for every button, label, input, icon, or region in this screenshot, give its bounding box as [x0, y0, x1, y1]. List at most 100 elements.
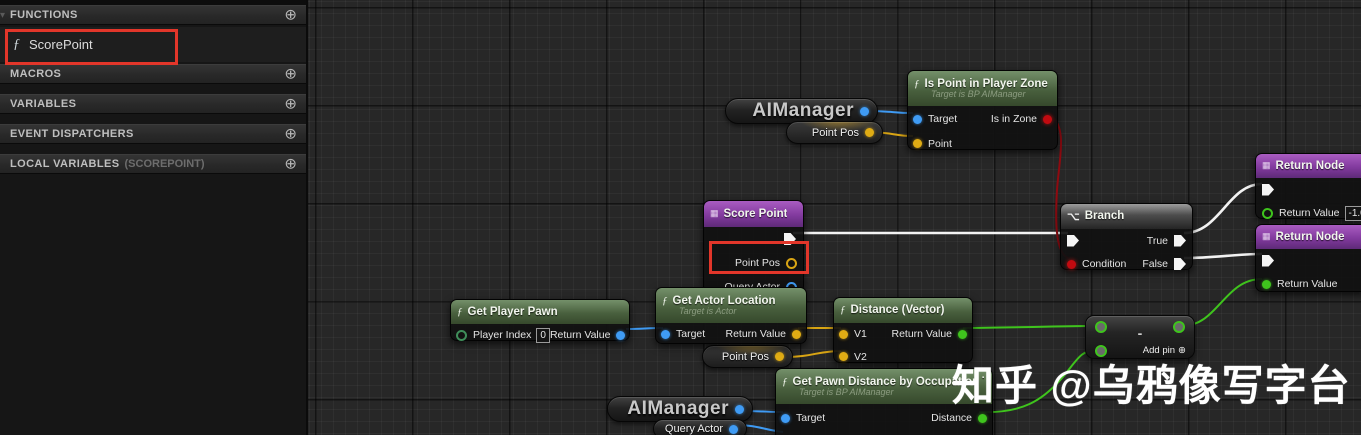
variable-label: Point Pos: [721, 350, 769, 363]
section-label: LOCAL VARIABLES: [10, 158, 120, 170]
exec-in-pin[interactable]: [1067, 234, 1079, 247]
target-pin[interactable]: [781, 413, 790, 423]
node-header[interactable]: ƒ Get Player Pawn: [451, 300, 629, 324]
v1-pin[interactable]: [839, 329, 848, 339]
point-pin[interactable]: [913, 139, 922, 148]
pin-label: V1: [854, 328, 867, 340]
object-pin[interactable]: [860, 106, 869, 116]
pin-label: True: [1146, 234, 1168, 247]
node-return-1[interactable]: ▦ Return Node Return Value -1.0: [1255, 153, 1361, 221]
subtract-output-pin[interactable]: [1173, 321, 1185, 333]
node-header[interactable]: ƒ Get Actor Location Target is Actor: [656, 288, 806, 323]
function-name: ScorePoint: [29, 37, 93, 52]
player-index-input[interactable]: 0: [536, 327, 550, 343]
exec-out-pin[interactable]: [784, 233, 796, 245]
node-branch[interactable]: ⌥ Branch True Condition False: [1060, 203, 1193, 270]
pin-label: Return Value: [1279, 207, 1340, 219]
pin-label: Return Value: [891, 328, 952, 340]
target-pin[interactable]: [913, 114, 922, 124]
variable-label: Query Actor: [664, 423, 723, 435]
pin-label: Point: [928, 137, 952, 150]
node-subtitle: Target is Actor: [679, 305, 737, 316]
pin-label: Return Value: [549, 329, 611, 341]
node-header[interactable]: ▦ Return Node: [1256, 225, 1361, 249]
node-get-player-pawn[interactable]: ƒ Get Player Pawn Player Index 0 Return …: [450, 299, 630, 343]
node-header[interactable]: ƒ Distance (Vector): [834, 298, 972, 323]
pin-label: Target: [796, 412, 826, 424]
point-pos-out-pin[interactable]: [786, 257, 797, 269]
node-subtitle: Target is BP AIManager: [931, 88, 1026, 99]
variable-node-pointpos-top[interactable]: Point Pos: [786, 121, 883, 144]
pin-label: Target: [928, 113, 958, 125]
section-local-variables[interactable]: LOCAL VARIABLES (SCOREPOINT) ⊕: [0, 154, 306, 174]
variable-label: AIManager: [752, 100, 854, 121]
return-value-pin[interactable]: [958, 329, 967, 339]
pin-label: Target: [676, 328, 706, 340]
return-node-icon: ▦: [1262, 231, 1271, 241]
add-macro-button[interactable]: ⊕: [284, 67, 297, 82]
my-blueprint-panel: ▾ FUNCTIONS ⊕ ƒ ScorePoint MACROS ⊕ VARI…: [0, 0, 308, 435]
pin-label: False: [1142, 258, 1168, 270]
node-header[interactable]: ▦ Return Node: [1256, 154, 1361, 178]
watermark: 知乎 @乌鸦像写字台: [952, 362, 1351, 409]
vector-pin[interactable]: [775, 352, 784, 361]
pin-label: V2: [854, 350, 867, 363]
distance-pin[interactable]: [978, 413, 987, 423]
node-is-point-in-player-zone[interactable]: ƒ Is Point in Player Zone Target is BP A…: [907, 70, 1058, 150]
sidebar-item-scorepoint[interactable]: ƒ ScorePoint: [0, 27, 306, 62]
false-exec-pin[interactable]: [1174, 258, 1186, 270]
target-pin[interactable]: [661, 329, 670, 339]
function-icon: ƒ: [457, 305, 463, 318]
node-title: Distance (Vector): [850, 304, 945, 316]
true-exec-pin[interactable]: [1174, 234, 1186, 247]
node-title: Branch: [1084, 210, 1125, 222]
node-title: Return Node: [1275, 230, 1345, 243]
add-event-dispatcher-button[interactable]: ⊕: [284, 127, 297, 142]
add-local-variable-button[interactable]: ⊕: [284, 157, 297, 172]
return-value-pin[interactable]: [792, 329, 801, 339]
blueprint-editor: AIManager Point Pos AIManager Query Acto…: [0, 0, 1361, 435]
variable-node-pointpos-mid[interactable]: Point Pos: [702, 345, 793, 368]
is-in-zone-pin[interactable]: [1043, 114, 1052, 124]
return-value-pin[interactable]: [616, 330, 626, 340]
return-node-icon: ▦: [1262, 160, 1271, 170]
section-macros[interactable]: MACROS ⊕: [0, 64, 306, 84]
exec-wire-true-return1: [1183, 182, 1263, 235]
section-label: EVENT DISPATCHERS: [10, 128, 134, 140]
object-pin[interactable]: [729, 424, 738, 434]
exec-in-pin[interactable]: [1262, 254, 1274, 267]
section-variables[interactable]: VARIABLES ⊕: [0, 94, 306, 114]
pin-label: Return Value: [1277, 278, 1338, 290]
add-variable-button[interactable]: ⊕: [284, 97, 297, 112]
exec-in-pin[interactable]: [1262, 183, 1274, 196]
v2-pin[interactable]: [839, 352, 848, 361]
section-event-dispatchers[interactable]: EVENT DISPATCHERS ⊕: [0, 124, 306, 144]
variable-label: Point Pos: [811, 126, 859, 139]
pin-label: Point Pos: [735, 257, 780, 269]
node-header[interactable]: ▦ Score Point: [704, 201, 803, 227]
node-score-point[interactable]: ▦ Score Point Point Pos Query Actor: [703, 200, 804, 293]
return-value-input[interactable]: -1.0: [1344, 205, 1361, 221]
object-pin[interactable]: [735, 404, 744, 414]
condition-pin[interactable]: [1067, 259, 1076, 269]
branch-icon: ⌥: [1067, 210, 1080, 223]
node-header[interactable]: ƒ Is Point in Player Zone Target is BP A…: [908, 71, 1057, 106]
node-get-actor-location[interactable]: ƒ Get Actor Location Target is Actor Tar…: [655, 287, 807, 344]
exec-wire-false-return2: [1183, 252, 1263, 260]
section-label: VARIABLES: [10, 98, 77, 110]
player-index-pin[interactable]: [456, 329, 467, 341]
vector-pin[interactable]: [865, 128, 874, 137]
pin-label: Player Index: [473, 329, 532, 341]
return-value-pin[interactable]: [1262, 279, 1271, 289]
node-return-2[interactable]: ▦ Return Node Return Value: [1255, 224, 1361, 292]
node-header[interactable]: ⌥ Branch: [1061, 204, 1192, 229]
collapse-caret-icon[interactable]: ▾: [0, 10, 5, 21]
section-functions[interactable]: ▾ FUNCTIONS ⊕: [0, 5, 306, 25]
subtract-input-1-pin[interactable]: [1095, 321, 1107, 333]
section-label: FUNCTIONS: [10, 9, 78, 21]
return-value-pin[interactable]: [1262, 207, 1273, 219]
variable-node-queryactor-bottom[interactable]: Query Actor: [653, 419, 747, 435]
function-icon: ƒ: [13, 36, 20, 52]
function-icon: ƒ: [914, 77, 920, 90]
add-function-button[interactable]: ⊕: [284, 8, 297, 23]
